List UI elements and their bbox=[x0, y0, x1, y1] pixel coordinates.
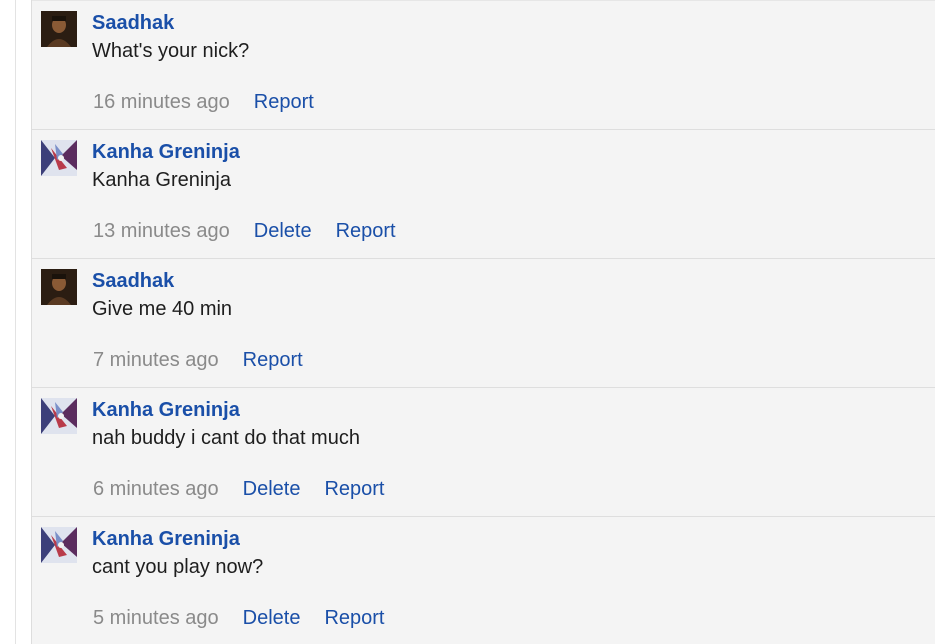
comment-timestamp: 6 minutes ago bbox=[93, 478, 219, 500]
user-avatar-greninja[interactable] bbox=[41, 398, 77, 434]
comment-meta: 7 minutes ago Report bbox=[93, 349, 303, 372]
comment-author-link[interactable]: Saadhak bbox=[92, 12, 174, 35]
user-avatar-greninja[interactable] bbox=[41, 527, 77, 563]
comment-thread: Saadhak What's your nick? 16 minutes ago… bbox=[31, 0, 935, 644]
comments-page: Saadhak What's your nick? 16 minutes ago… bbox=[0, 0, 935, 644]
avatar-photo-icon bbox=[41, 11, 77, 47]
comment-author-link[interactable]: Kanha Greninja bbox=[92, 141, 240, 164]
comment-meta: 5 minutes ago Delete Report bbox=[93, 607, 384, 630]
comment-author-link[interactable]: Kanha Greninja bbox=[92, 399, 240, 422]
user-avatar-saadhak[interactable] bbox=[41, 269, 77, 305]
comment-timestamp: 5 minutes ago bbox=[93, 607, 219, 629]
avatar-anime-icon bbox=[41, 527, 77, 563]
report-link[interactable]: Report bbox=[324, 607, 384, 630]
comment-timestamp: 13 minutes ago bbox=[93, 220, 230, 242]
comment-meta: 6 minutes ago Delete Report bbox=[93, 478, 384, 501]
report-link[interactable]: Report bbox=[324, 478, 384, 501]
comment-meta: 16 minutes ago Report bbox=[93, 91, 314, 114]
report-link[interactable]: Report bbox=[336, 220, 396, 243]
thread-indent-rule bbox=[15, 0, 16, 644]
comment-text: Give me 40 min bbox=[92, 298, 233, 320]
comment-meta: 13 minutes ago Delete Report bbox=[93, 220, 396, 243]
avatar-photo-icon bbox=[41, 269, 77, 305]
comment-item: Saadhak Give me 40 min 7 minutes ago Rep… bbox=[32, 258, 935, 387]
report-link[interactable]: Report bbox=[243, 349, 303, 372]
comment-item: Kanha Greninja Kanha Greninja 13 minutes… bbox=[32, 129, 935, 258]
avatar-anime-icon bbox=[41, 140, 77, 176]
delete-link[interactable]: Delete bbox=[243, 607, 301, 630]
comment-text: What's your nick? bbox=[92, 40, 250, 62]
report-link[interactable]: Report bbox=[254, 91, 314, 114]
delete-link[interactable]: Delete bbox=[254, 220, 312, 243]
comment-text: Kanha Greninja bbox=[92, 169, 231, 191]
comment-text: nah buddy i cant do that much bbox=[92, 427, 360, 449]
comment-timestamp: 7 minutes ago bbox=[93, 349, 219, 371]
delete-link[interactable]: Delete bbox=[243, 478, 301, 501]
comment-text: cant you play now? bbox=[92, 556, 264, 578]
avatar-anime-icon bbox=[41, 398, 77, 434]
comment-item: Kanha Greninja nah buddy i cant do that … bbox=[32, 387, 935, 516]
comment-timestamp: 16 minutes ago bbox=[93, 91, 230, 113]
comment-item: Kanha Greninja cant you play now? 5 minu… bbox=[32, 516, 935, 644]
user-avatar-saadhak[interactable] bbox=[41, 11, 77, 47]
comment-author-link[interactable]: Kanha Greninja bbox=[92, 528, 240, 551]
comment-author-link[interactable]: Saadhak bbox=[92, 270, 174, 293]
user-avatar-greninja[interactable] bbox=[41, 140, 77, 176]
comment-item: Saadhak What's your nick? 16 minutes ago… bbox=[32, 0, 935, 129]
